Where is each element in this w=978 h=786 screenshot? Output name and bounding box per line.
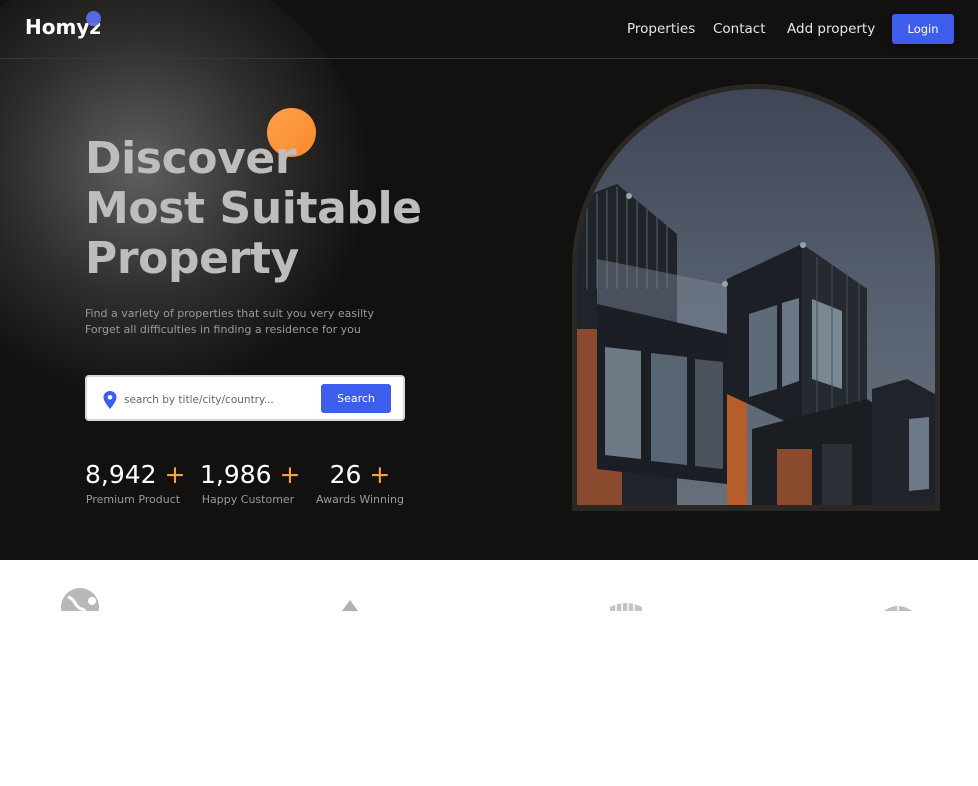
stat-label: Premium Product [85,493,181,506]
hero-title-line: Most Suitable [85,183,422,234]
partner-triangle-logo [328,585,372,611]
partner-building-logo [604,585,648,611]
hero-image [577,89,935,505]
location-pin-icon [103,391,117,409]
stat-label: Awards Winning [316,493,404,506]
stat-plus: + [369,460,391,489]
stat-premium-product: 8,942 + Premium Product [85,460,185,506]
hero-subtitle: Find a variety of properties that suit y… [85,306,374,338]
hero-section: Homyz Properties Contact Add property Lo… [0,0,978,560]
nav-add-property[interactable]: Add property [787,21,875,37]
hero-image-frame [572,84,940,511]
stat-value-wrap: 26 + [314,460,406,489]
dome-logo-icon [884,603,912,611]
hero-subtitle-line: Forget all difficulties in finding a res… [85,323,361,336]
stat-value: 1,986 [200,460,272,489]
site-header: Homyz Properties Contact Add property Lo… [0,0,978,59]
nav-properties[interactable]: Properties [627,21,695,37]
search-bar: Search [85,375,405,421]
partner-dome-logo [876,585,920,611]
stat-value-wrap: 1,986 + [200,460,300,489]
building-illustration [577,89,935,505]
building-logo-icon [610,602,642,611]
stat-happy-customer: 1,986 + Happy Customer [200,460,300,506]
stat-awards-winning: 26 + Awards Winning [314,460,406,506]
search-input[interactable] [122,389,306,411]
login-button[interactable]: Login [892,14,954,44]
stat-value: 26 [329,460,362,489]
logo-dot-icon [86,11,101,26]
hero-title-line: Property [85,233,299,284]
hero-title: Discover Most Suitable Property [85,134,422,284]
stat-plus: + [164,460,186,489]
hero-title-line: Discover [85,133,297,184]
stat-value-wrap: 8,942 + [85,460,185,489]
search-button[interactable]: Search [321,384,391,413]
partner-globe-logo [58,585,102,611]
stat-label: Happy Customer [201,493,295,506]
globe-logo-icon [61,588,99,611]
stat-value: 8,942 [85,460,157,489]
hero-subtitle-line: Find a variety of properties that suit y… [85,307,375,320]
nav-contact[interactable]: Contact [713,21,766,37]
triangle-logo-icon [342,600,358,611]
stat-plus: + [279,460,301,489]
